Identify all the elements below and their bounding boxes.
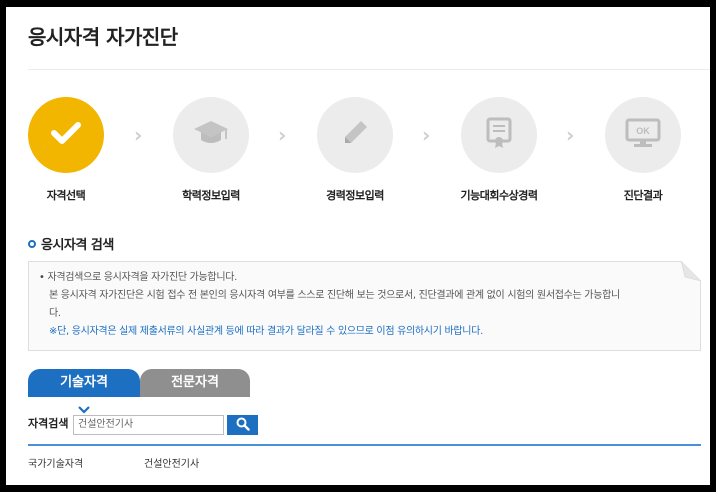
- chevron-right-icon: ›: [422, 123, 431, 147]
- step-result: OK 진단결과: [583, 97, 703, 203]
- step-skill-competition: 기능대회수상경력: [439, 97, 559, 203]
- search-button[interactable]: [227, 415, 258, 435]
- result-name: 건설안전기사: [144, 459, 200, 470]
- step-label: 기능대회수상경력: [460, 189, 538, 202]
- chevron-right-icon: ›: [278, 123, 287, 147]
- info-line: 다.: [49, 308, 61, 319]
- search-icon: [236, 417, 250, 434]
- result-divider: [28, 444, 701, 446]
- page-frame: 응시자격 자가진단 자격선택 › 학력정보입력 › 경력정보입력 › 기능대회수…: [6, 7, 710, 485]
- search-label: 자격검색: [28, 417, 69, 430]
- info-line: 자격검색으로 응시자격을 자가진단 가능합니다.: [39, 269, 690, 287]
- search-input[interactable]: 건설안전기사: [73, 415, 224, 435]
- graduation-cap-icon: [192, 119, 230, 151]
- step-label: 학력정보입력: [182, 189, 240, 202]
- tab-professional-qualification[interactable]: 전문자격: [140, 369, 250, 397]
- chevron-right-icon: ›: [566, 123, 575, 147]
- info-box: 자격검색으로 응시자격을 자가진단 가능합니다. 본 응시자격 자가진단은 시험…: [28, 260, 702, 351]
- page-fold-icon: [680, 260, 702, 282]
- chevron-down-icon: [78, 399, 90, 414]
- step-select-qualification: 자격선택: [6, 97, 126, 203]
- step-label: 자격선택: [46, 189, 86, 202]
- check-icon: [51, 121, 81, 149]
- tab-technical-qualification[interactable]: 기술자격: [28, 369, 140, 397]
- bullet-ring-icon: [28, 239, 36, 248]
- result-category: 국가기술자격: [28, 459, 84, 470]
- certificate-icon: [485, 117, 513, 153]
- step-education: 학력정보입력: [151, 97, 271, 203]
- step-career: 경력정보입력: [295, 97, 415, 203]
- page-title: 응시자격 자가진단: [28, 25, 178, 49]
- title-divider: [28, 69, 710, 70]
- step-circle-active: [28, 97, 104, 173]
- info-line: 본 응시자격 자가진단은 시험 접수 전 본인의 응시자격 여부를 스스로 진단…: [49, 290, 620, 301]
- chevron-right-icon: ›: [134, 123, 143, 147]
- svg-text:OK: OK: [636, 126, 650, 136]
- step-label: 경력정보입력: [326, 189, 384, 202]
- section-title: 응시자격 검색: [28, 234, 114, 253]
- pencil-icon: [341, 119, 369, 151]
- step-label: 진단결과: [623, 189, 663, 202]
- info-note: ※단, 응시자격은 실제 제출서류의 사실관계 등에 따라 결과가 달라질 수 …: [49, 326, 483, 337]
- step-progress: 자격선택 › 학력정보입력 › 경력정보입력 › 기능대회수상경력 › OK 진…: [6, 97, 710, 217]
- monitor-ok-icon: OK: [625, 118, 661, 152]
